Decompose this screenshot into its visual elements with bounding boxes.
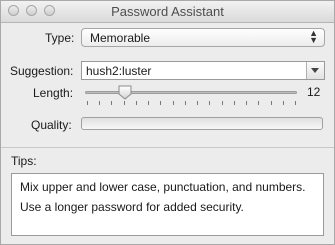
length-slider-thumb[interactable]: [118, 85, 132, 100]
window-title: Password Assistant: [111, 4, 224, 19]
slider-tick: [222, 101, 223, 105]
quality-label: Quality:: [31, 118, 72, 132]
type-label: Type:: [45, 31, 75, 45]
tips-box: Mix upper and lower case, punctuation, a…: [11, 173, 324, 236]
title-bar: Password Assistant: [1, 1, 334, 23]
password-assistant-window: Password Assistant Type: Memorable ▲ ▼ Su…: [0, 0, 335, 245]
length-slider-ticks: [85, 101, 297, 105]
slider-tick: [148, 101, 149, 105]
up-down-arrows-icon: ▲ ▼: [309, 28, 318, 45]
slider-tick: [234, 101, 235, 105]
suggestion-dropdown-button[interactable]: [306, 62, 324, 79]
slider-tick: [124, 101, 125, 105]
slider-tick: [111, 101, 112, 105]
slider-tick: [87, 101, 88, 105]
tips-label: Tips:: [11, 154, 37, 168]
slider-tick: [185, 101, 186, 105]
suggestion-field[interactable]: hush2:luster: [86, 64, 151, 78]
slider-tick: [258, 101, 259, 105]
length-value: 12: [307, 85, 321, 99]
tip-line: Mix upper and lower case, punctuation, a…: [20, 180, 306, 194]
slider-tick: [246, 101, 247, 105]
slider-tick: [283, 101, 284, 105]
suggestion-label: Suggestion:: [10, 64, 74, 78]
slider-tick: [197, 101, 198, 105]
slider-tick: [173, 101, 174, 105]
suggestion-combobox[interactable]: hush2:luster: [81, 61, 325, 80]
length-label: Length:: [33, 86, 74, 100]
length-slider-track[interactable]: [85, 91, 297, 94]
tip-line: Use a longer password for added security…: [20, 200, 244, 214]
slider-tick: [271, 101, 272, 105]
slider-tick: [209, 101, 210, 105]
type-popup[interactable]: Memorable ▲ ▼: [81, 28, 325, 47]
divider: [1, 147, 334, 148]
slider-tick: [136, 101, 137, 105]
slider-tick: [99, 101, 100, 105]
slider-tick: [160, 101, 161, 105]
slider-tick: [295, 101, 296, 105]
quality-meter: [81, 117, 323, 130]
chevron-down-icon: [311, 68, 319, 73]
type-value: Memorable: [90, 31, 151, 45]
